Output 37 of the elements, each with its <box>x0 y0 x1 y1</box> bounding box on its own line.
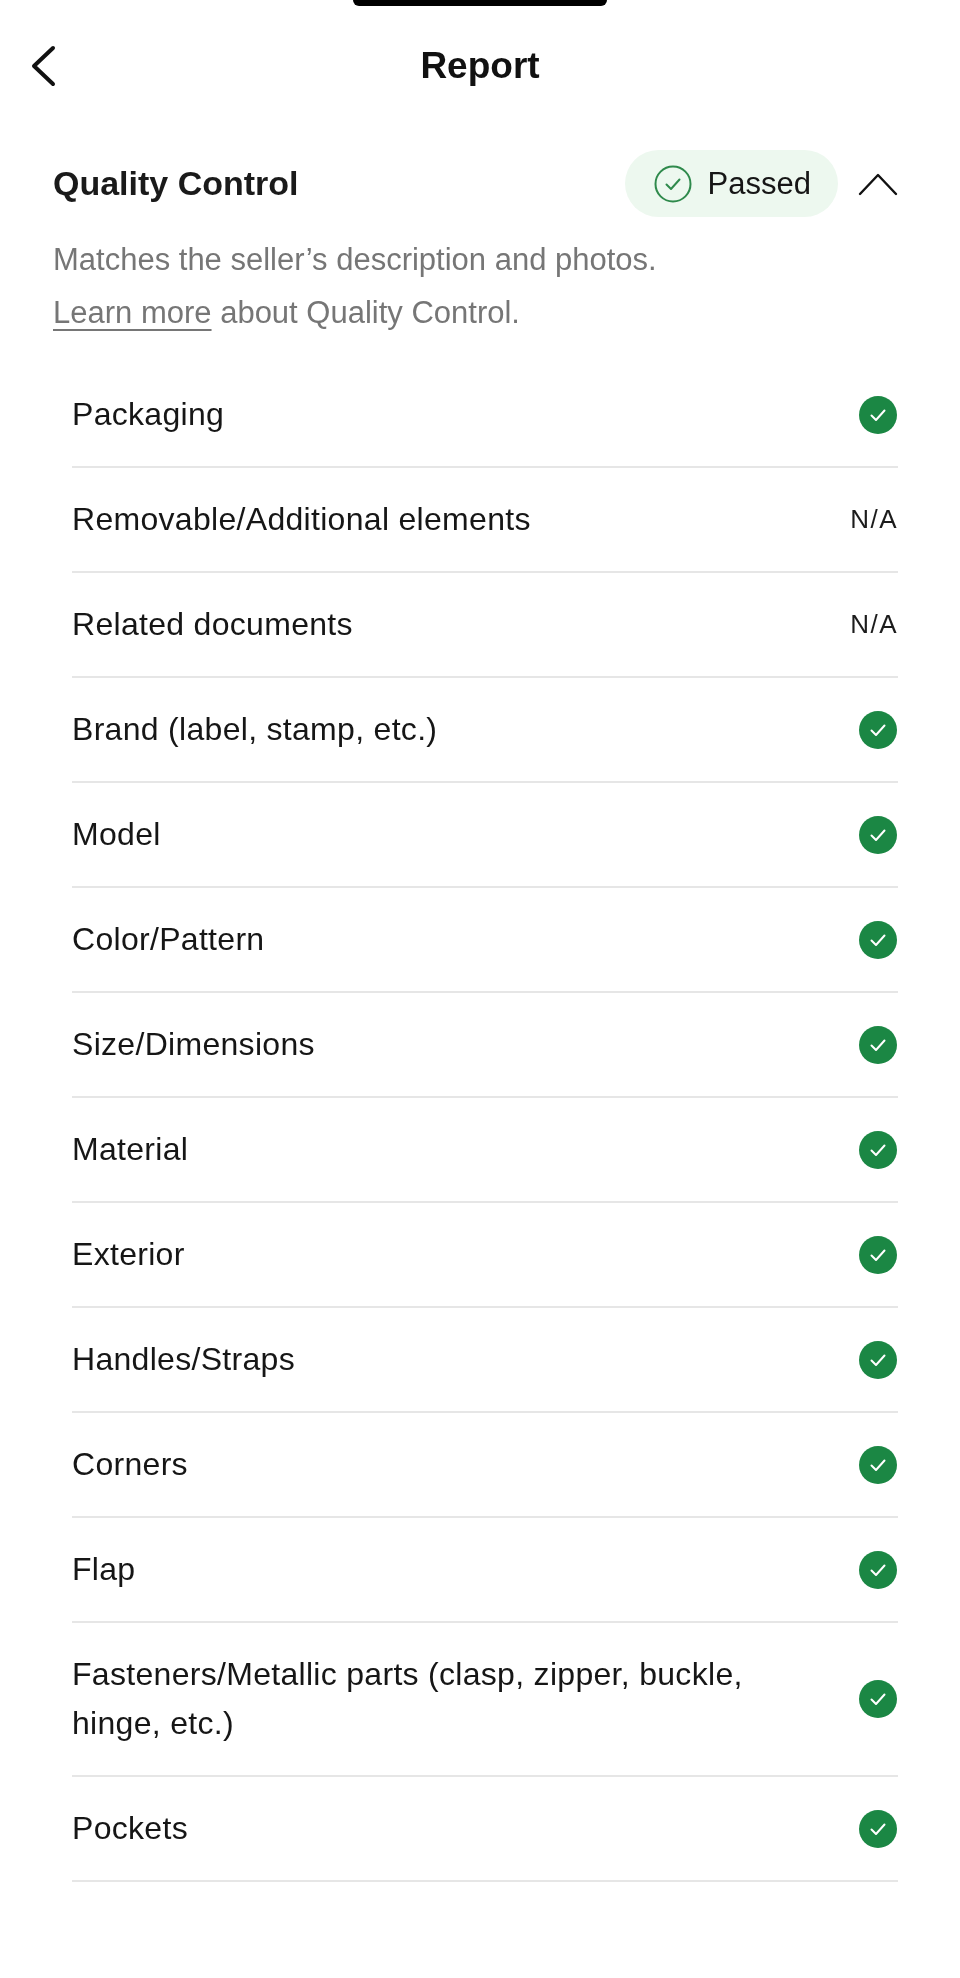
learn-more-link[interactable]: Learn more <box>53 295 212 330</box>
check-circle-icon <box>859 1809 897 1848</box>
item-label: Removable/Additional elements <box>72 500 531 539</box>
item-label: Exterior <box>72 1235 185 1274</box>
item-label: Model <box>72 815 161 854</box>
learn-more-text: Learn more about Quality Control. <box>52 294 521 332</box>
page-title: Report <box>420 45 540 87</box>
check-circle-icon <box>859 1130 897 1169</box>
check-circle-icon <box>859 1340 897 1379</box>
status-label: Passed <box>707 165 811 202</box>
item-label: Material <box>72 1130 189 1169</box>
item-label: Related documents <box>72 605 353 644</box>
item-label: Packaging <box>72 395 225 434</box>
item-label: Pockets <box>72 1809 188 1848</box>
item-label: Color/Pattern <box>72 920 265 959</box>
check-circle-icon <box>859 1445 897 1484</box>
check-circle-icon <box>859 1680 897 1718</box>
check-circle-icon <box>859 1550 897 1589</box>
item-label: Fasteners/Metallic parts (clasp, zipper, buckle, hinge, etc.) <box>72 1655 744 1743</box>
chevron-up-icon[interactable] <box>858 171 898 196</box>
item-value: N/A <box>850 504 898 535</box>
item-label: Handles/Straps <box>72 1340 295 1379</box>
section-title: Quality Control <box>53 164 299 203</box>
item-value: N/A <box>850 609 898 640</box>
check-circle-icon <box>859 395 897 434</box>
check-circle-icon <box>859 710 897 749</box>
back-icon[interactable] <box>30 45 56 87</box>
check-circle-icon <box>859 1025 897 1064</box>
check-circle-icon <box>859 1235 897 1274</box>
check-circle-icon <box>859 920 897 959</box>
item-label: Size/Dimensions <box>72 1025 315 1064</box>
check-circle-icon <box>859 815 897 854</box>
item-label: Flap <box>72 1550 136 1589</box>
item-label: Corners <box>72 1445 188 1484</box>
section-description: Matches the seller’s description and photos. <box>52 241 658 279</box>
check-circle-icon <box>653 164 692 203</box>
item-label: Brand (label, stamp, etc.) <box>72 710 438 749</box>
